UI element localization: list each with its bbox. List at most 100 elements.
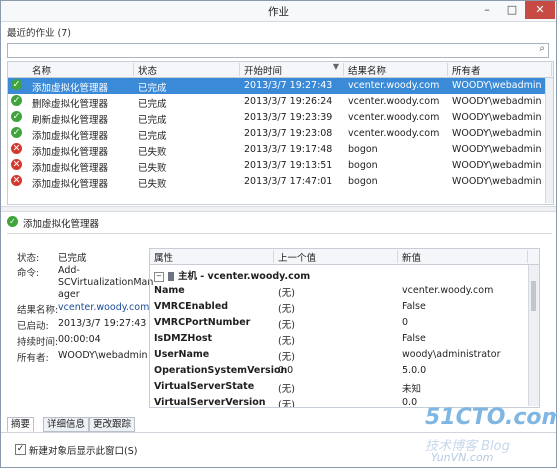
property-name: VMRCPortNumber <box>154 317 251 328</box>
job-owner: WOODY\webadmin <box>452 176 542 187</box>
property-previous-value: 0.0 <box>278 365 294 376</box>
property-new-value: 未知 <box>402 384 422 395</box>
property-name: IsDMZHost <box>154 333 213 344</box>
property-new-value: woody\administrator <box>402 349 501 360</box>
status-label: 状态: <box>17 253 40 264</box>
tab-details[interactable]: 详细信息 <box>43 417 90 432</box>
jobs-list[interactable]: 名称 状态 开始时间 ▼ 结果名称 所有者 ✓ 添加虚拟化管理器 已完成 2013/3/… <box>7 61 554 205</box>
job-status: 已完成 <box>138 83 167 94</box>
table-row[interactable]: ✓ 添加虚拟化管理器 已完成 2013/3/7 19:23:08 vcenter.woo… <box>8 126 553 142</box>
duration-label: 持续时间: <box>17 337 59 348</box>
job-start-time: 2013/3/7 19:27:43 <box>244 80 333 91</box>
property-name: VirtualServerVersion <box>154 397 266 408</box>
property-row[interactable]: VMRCEnabled (无) False <box>150 299 528 315</box>
search-input[interactable]: ⌕ <box>7 43 549 58</box>
property-row[interactable]: Name (无) vcenter.woody.com <box>150 283 528 299</box>
property-previous-value: (无) <box>278 288 295 299</box>
vertical-scrollbar[interactable] <box>545 78 553 203</box>
job-name: 添加虚拟化管理器 <box>32 147 109 158</box>
table-row[interactable]: ✓ 添加虚拟化管理器 已完成 2013/3/7 19:27:43 vcenter.woo… <box>8 78 553 94</box>
job-result-name: vcenter.woody.com <box>348 96 440 107</box>
error-icon: ✕ <box>11 175 22 186</box>
column-header-status[interactable]: 状态 <box>134 63 240 77</box>
jobs-window: 作业 – □ ✕ 最近的作业 (7) ⌕ 名称 状态 开始时间 ▼ 结果名称 所有… <box>0 0 557 468</box>
property-previous-value: (无) <box>278 304 295 315</box>
job-name: 删除虚拟化管理器 <box>32 99 109 110</box>
job-start-time: 2013/3/7 19:23:39 <box>244 112 333 123</box>
property-row[interactable]: IsDMZHost (无) False <box>150 331 528 347</box>
collapse-icon[interactable]: − <box>154 271 164 282</box>
jobs-list-header: 名称 状态 开始时间 ▼ 结果名称 所有者 <box>8 62 553 78</box>
host-group[interactable]: − 主机 - vcenter.woody.com <box>154 268 310 282</box>
column-header-name[interactable]: 名称 <box>28 63 134 77</box>
result-name-link[interactable]: vcenter.woody.com <box>58 302 149 313</box>
host-icon <box>168 272 174 281</box>
status-value: 已完成 <box>58 253 87 264</box>
error-icon: ✕ <box>11 143 22 154</box>
property-name: VirtualServerState <box>154 381 255 392</box>
property-new-value: False <box>402 301 426 312</box>
pane-splitter[interactable] <box>1 206 556 212</box>
job-status: 已完成 <box>138 115 167 126</box>
table-row[interactable]: ✕ 添加虚拟化管理器 已失败 2013/3/7 19:17:48 bogon WOODY\… <box>8 142 553 158</box>
properties-scrollbar[interactable] <box>528 265 539 406</box>
column-header-owner[interactable]: 所有者 <box>448 63 552 77</box>
property-row[interactable]: UserName (无) woody\administrator <box>150 347 528 363</box>
table-row[interactable]: ✓ 删除虚拟化管理器 已完成 2013/3/7 19:26:24 vcenter.woo… <box>8 94 553 110</box>
job-status: 已完成 <box>138 99 167 110</box>
result-name-label: 结果名称: <box>17 305 59 316</box>
job-name: 添加虚拟化管理器 <box>32 131 109 142</box>
error-icon: ✕ <box>11 159 22 170</box>
tab-summary[interactable]: 摘要 <box>7 417 35 432</box>
column-header-new-value[interactable]: 新值 <box>398 250 528 264</box>
job-owner: WOODY\webadmin <box>452 128 542 139</box>
column-header-property[interactable]: 属性 <box>150 250 274 264</box>
job-owner: WOODY\webadmin <box>452 80 542 91</box>
show-window-checkbox[interactable]: ✓ <box>15 444 26 455</box>
job-result-name: bogon <box>348 144 378 155</box>
property-previous-value: (无) <box>278 400 295 408</box>
success-icon: ✓ <box>11 127 22 138</box>
column-header-result-name[interactable]: 结果名称 <box>344 63 448 77</box>
property-row[interactable]: VirtualServerState (无) 未知 <box>150 379 528 395</box>
success-icon: ✓ <box>11 95 22 106</box>
table-row[interactable]: ✓ 刷新虚拟化管理器 已完成 2013/3/7 19:23:39 vcenter.woo… <box>8 110 553 126</box>
property-name: VMRCEnabled <box>154 301 229 312</box>
owner-value: WOODY\webadmin <box>58 350 148 361</box>
close-icon[interactable]: ✕ <box>525 1 555 19</box>
column-header-previous-value[interactable]: 上一个值 <box>274 250 398 264</box>
command-value-3: ager <box>58 289 80 300</box>
job-start-time: 2013/3/7 19:17:48 <box>244 144 333 155</box>
column-header-start-time[interactable]: 开始时间 ▼ <box>240 62 344 77</box>
property-previous-value: (无) <box>278 352 295 363</box>
watermark-site: YunVN.com <box>431 451 494 464</box>
job-start-time: 2013/3/7 17:47:01 <box>244 176 333 187</box>
job-result-name: bogon <box>348 160 378 171</box>
sort-descending-icon: ▼ <box>332 62 339 71</box>
table-row[interactable]: ✕ 添加虚拟化管理器 已失败 2013/3/7 19:13:51 bogon WOODY\… <box>8 158 553 174</box>
property-previous-value: (无) <box>278 336 295 347</box>
search-icon[interactable]: ⌕ <box>539 43 545 54</box>
table-row[interactable]: ✕ 添加虚拟化管理器 已失败 2013/3/7 17:47:01 bogon WOODY\… <box>8 174 553 190</box>
job-start-time: 2013/3/7 19:13:51 <box>244 160 333 171</box>
property-previous-value: (无) <box>278 384 295 395</box>
show-window-checkbox-label: 新建对象后显示此窗口(S) <box>29 446 138 457</box>
property-row[interactable]: OperationSystemVersion 0.0 5.0.0 <box>150 363 528 379</box>
owner-label: 所有者: <box>17 353 49 364</box>
duration-value: 00:00:04 <box>58 334 101 345</box>
job-status: 已失败 <box>138 147 167 158</box>
maximize-icon[interactable]: □ <box>499 1 525 19</box>
scrollbar-thumb[interactable] <box>531 281 536 311</box>
started-value: 2013/3/7 19:27:43 <box>58 318 147 329</box>
job-status: 已完成 <box>138 131 167 142</box>
window-title: 作业 <box>268 6 289 18</box>
property-name: Name <box>154 285 185 296</box>
success-icon: ✓ <box>11 79 22 90</box>
job-result-name: bogon <box>348 176 378 187</box>
minimize-icon[interactable]: – <box>474 1 500 19</box>
change-tracking-grid[interactable]: 属性 上一个值 新值 − 主机 - vcenter.woody.com Name (… <box>149 248 540 408</box>
property-row[interactable]: VMRCPortNumber (无) 0 <box>150 315 528 331</box>
started-label: 已启动: <box>17 321 49 332</box>
tab-change-tracking[interactable]: 更改跟踪 <box>89 417 136 432</box>
watermark-logo: 51CTO.com <box>425 405 557 430</box>
